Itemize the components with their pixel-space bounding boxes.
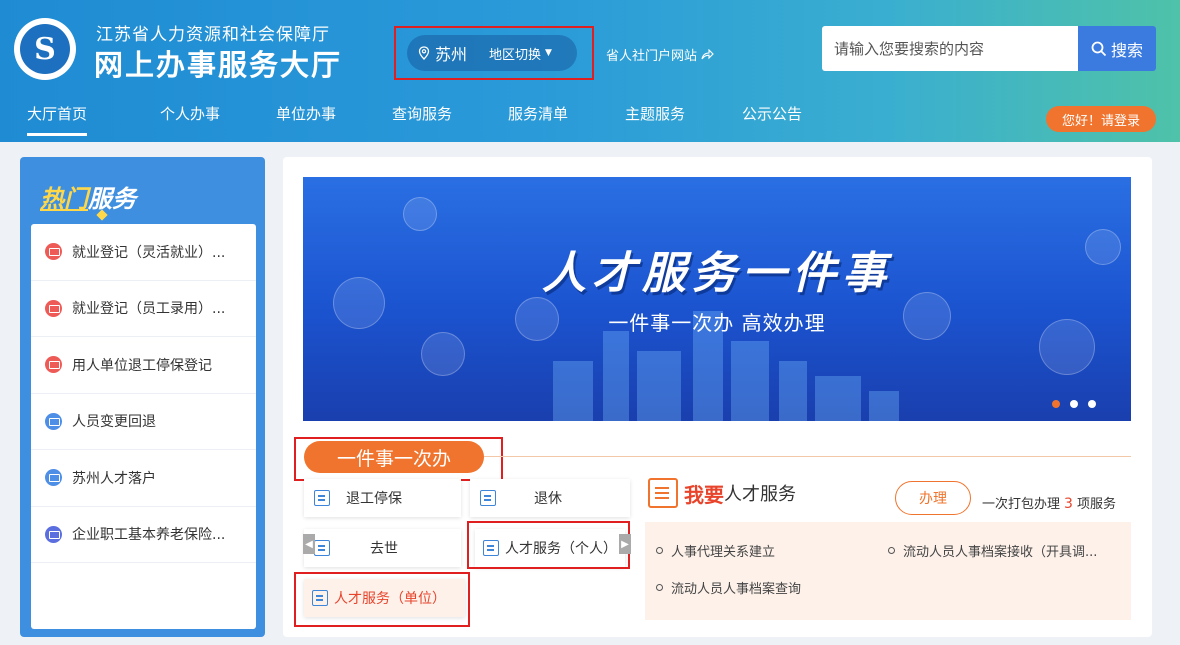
banner-title: 人才服务一件事 bbox=[542, 248, 892, 299]
list-item[interactable]: 苏州人才落户 bbox=[31, 450, 256, 507]
list-item[interactable]: 就业登记（员工录用）... bbox=[31, 281, 256, 337]
search-button-label: 搜索 bbox=[1110, 40, 1143, 60]
nav-personal[interactable]: 个人办事 bbox=[160, 103, 220, 124]
search-icon bbox=[1091, 41, 1107, 56]
hot-services-title: 热门服务 bbox=[40, 185, 136, 213]
prev-arrow-icon[interactable]: ◀ bbox=[303, 534, 315, 554]
section-highlight-box bbox=[294, 437, 503, 481]
card-icon bbox=[45, 412, 62, 430]
portal-link-label: 省人社门户网站 bbox=[606, 49, 698, 64]
nav-announcements[interactable]: 公示公告 bbox=[742, 103, 802, 124]
service-item[interactable]: 流动人员人事档案查询 bbox=[656, 578, 801, 597]
carousel-dot[interactable] bbox=[1052, 400, 1060, 408]
tile-death[interactable]: 去世 bbox=[304, 529, 461, 567]
form-icon bbox=[314, 490, 330, 506]
graduate-icon bbox=[421, 332, 465, 376]
service-item[interactable]: 人事代理关系建立 bbox=[656, 541, 775, 560]
person-icon bbox=[314, 540, 330, 556]
bullet-icon bbox=[656, 547, 663, 554]
tile-highlight-box bbox=[467, 521, 630, 569]
site-title: 网上办事服务大厅 bbox=[94, 48, 343, 82]
briefcase-icon bbox=[45, 299, 62, 317]
hot-services-panel: 热门服务 就业登记（灵活就业）... 就业登记（员工录用）... 用人单位退工停… bbox=[20, 157, 265, 637]
carousel-dot[interactable] bbox=[1088, 400, 1096, 408]
tile-highlight-box bbox=[294, 572, 470, 627]
search-input[interactable] bbox=[822, 26, 1078, 71]
nav-home[interactable]: 大厅首页 bbox=[27, 103, 88, 136]
main-nav: 大厅首页 个人办事 单位办事 查询服务 服务清单 主题服务 公示公告 bbox=[0, 97, 1180, 142]
retire-icon bbox=[480, 490, 496, 506]
service-items-panel bbox=[645, 522, 1131, 620]
login-button[interactable]: 您好！请登录 bbox=[1046, 106, 1156, 132]
nav-query[interactable]: 查询服务 bbox=[392, 103, 452, 124]
bullet-icon bbox=[888, 547, 895, 554]
portal-link[interactable]: 省人社门户网站 bbox=[606, 45, 714, 64]
tile-stop-insurance[interactable]: 退工停保 bbox=[304, 479, 461, 517]
pack-summary: 一次打包办理 3 项服务 bbox=[982, 496, 1116, 512]
document-icon bbox=[648, 478, 678, 508]
list-item[interactable]: 企业职工基本养老保险... bbox=[31, 507, 256, 563]
list-item[interactable]: 人员变更回退 bbox=[31, 394, 256, 450]
share-arrow-icon bbox=[701, 49, 714, 60]
region-highlight-box bbox=[394, 26, 594, 80]
search-button[interactable]: 搜索 bbox=[1078, 26, 1156, 71]
next-arrow-icon[interactable]: ▶ bbox=[619, 534, 631, 554]
pension-icon bbox=[45, 525, 62, 543]
handle-button[interactable]: 办理 bbox=[895, 481, 971, 515]
carousel-dot[interactable] bbox=[1070, 400, 1078, 408]
bullet-icon bbox=[656, 584, 663, 591]
nav-service-list[interactable]: 服务清单 bbox=[508, 103, 568, 124]
tile-retire[interactable]: 退休 bbox=[470, 479, 630, 517]
service-item[interactable]: 流动人员人事档案接收（开具调... bbox=[888, 541, 1097, 560]
banner-carousel[interactable]: 人才服务一件事 一件事一次办 高效办理 bbox=[303, 177, 1131, 421]
banner-subtitle: 一件事一次办 高效办理 bbox=[608, 311, 826, 335]
briefcase-icon bbox=[45, 356, 62, 374]
logo: S bbox=[14, 18, 76, 80]
divider bbox=[484, 456, 1131, 457]
briefcase-icon bbox=[45, 243, 62, 261]
hot-services-list: 就业登记（灵活就业）... 就业登记（员工录用）... 用人单位退工停保登记 人… bbox=[31, 224, 256, 629]
doc-icon bbox=[403, 197, 437, 231]
card-icon bbox=[45, 469, 62, 487]
nav-unit[interactable]: 单位办事 bbox=[276, 103, 336, 124]
list-item[interactable]: 用人单位退工停保登记 bbox=[31, 337, 256, 394]
service-header: 我要 人才服务 bbox=[648, 478, 796, 508]
list-item[interactable]: 就业登记（灵活就业）... bbox=[31, 224, 256, 281]
header: S 江苏省人力资源和社会保障厅 网上办事服务大厅 苏州 地区切换 ▼ 省人社门户… bbox=[0, 0, 1180, 142]
nav-theme-service[interactable]: 主题服务 bbox=[625, 103, 685, 124]
